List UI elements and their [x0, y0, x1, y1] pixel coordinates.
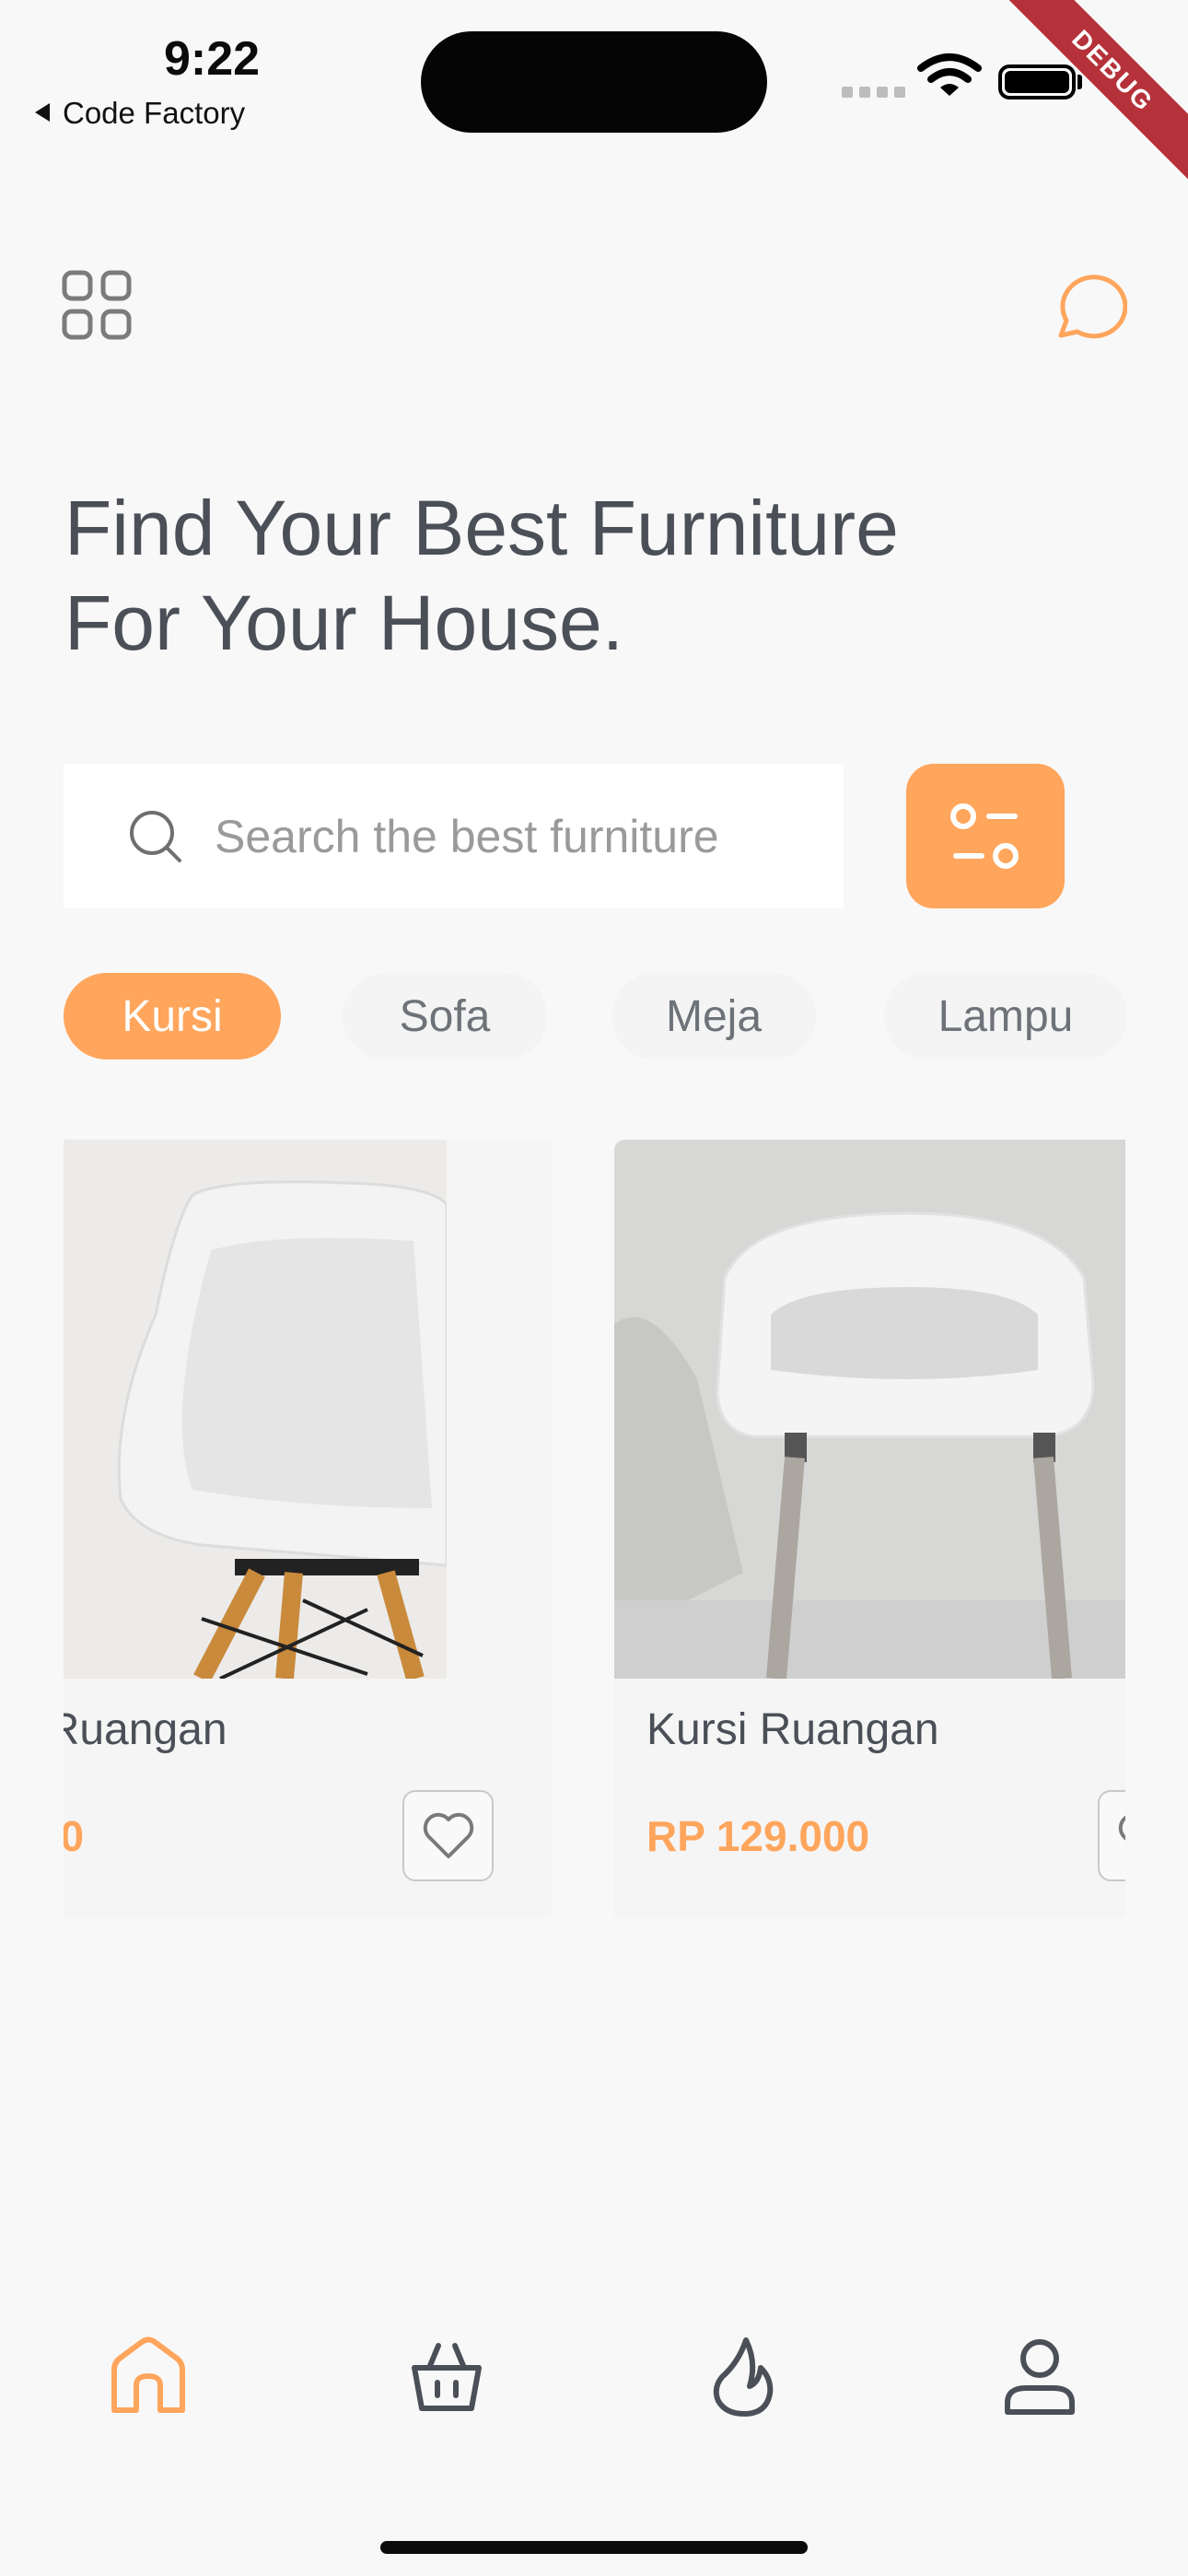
- page-headline: Find Your Best Furniture For Your House.: [64, 481, 1124, 671]
- grid-icon[interactable]: [61, 269, 134, 343]
- search-bar[interactable]: [64, 764, 844, 908]
- heart-icon: [1118, 1814, 1125, 1841]
- headline-line-1: Find Your Best Furniture: [64, 485, 899, 571]
- product-photo: [614, 1140, 1125, 1679]
- headline-line-2: For Your House.: [64, 580, 624, 666]
- wifi-icon: [917, 52, 982, 104]
- category-chip-lampu[interactable]: Lampu: [884, 973, 1127, 1060]
- chat-bubble-icon[interactable]: [1050, 269, 1128, 346]
- category-chip-meja[interactable]: Meja: [611, 973, 816, 1060]
- search-input[interactable]: [213, 808, 806, 864]
- back-triangle-icon: [33, 96, 52, 131]
- back-app-label: Code Factory: [63, 96, 246, 130]
- battery-tip: [1077, 75, 1082, 89]
- category-chip-sofa[interactable]: Sofa: [343, 973, 547, 1060]
- product-card[interactable]: Kursi Ruangan RP 129.000: [64, 1140, 552, 1918]
- product-price: RP 129.000: [64, 1812, 85, 1860]
- dynamic-island: [421, 31, 767, 133]
- nav-home-icon[interactable]: [107, 2335, 190, 2418]
- nav-user-icon[interactable]: [998, 2335, 1081, 2418]
- product-photo: [64, 1140, 447, 1679]
- category-chip-kursi[interactable]: Kursi: [64, 973, 281, 1060]
- heart-icon: [423, 1812, 473, 1858]
- nav-flame-icon[interactable]: [702, 2335, 785, 2418]
- product-price: RP 129.000: [646, 1812, 870, 1860]
- status-time: 9:22: [164, 32, 261, 86]
- search-icon: [126, 807, 185, 866]
- favorite-button[interactable]: [402, 1790, 494, 1881]
- home-indicator[interactable]: [380, 2541, 808, 2554]
- product-name: Kursi Ruangan: [646, 1705, 939, 1754]
- product-name: Kursi Ruangan: [64, 1705, 227, 1754]
- product-card[interactable]: Kursi Ruangan RP 129.000: [614, 1140, 1125, 1918]
- filter-button[interactable]: [906, 764, 1065, 908]
- battery-icon: [998, 64, 1076, 100]
- favorite-button[interactable]: [1098, 1790, 1125, 1881]
- cellular-signal-icon: [842, 87, 905, 98]
- back-to-app-link[interactable]: Code Factory: [33, 96, 245, 131]
- nav-basket-icon[interactable]: [405, 2335, 488, 2418]
